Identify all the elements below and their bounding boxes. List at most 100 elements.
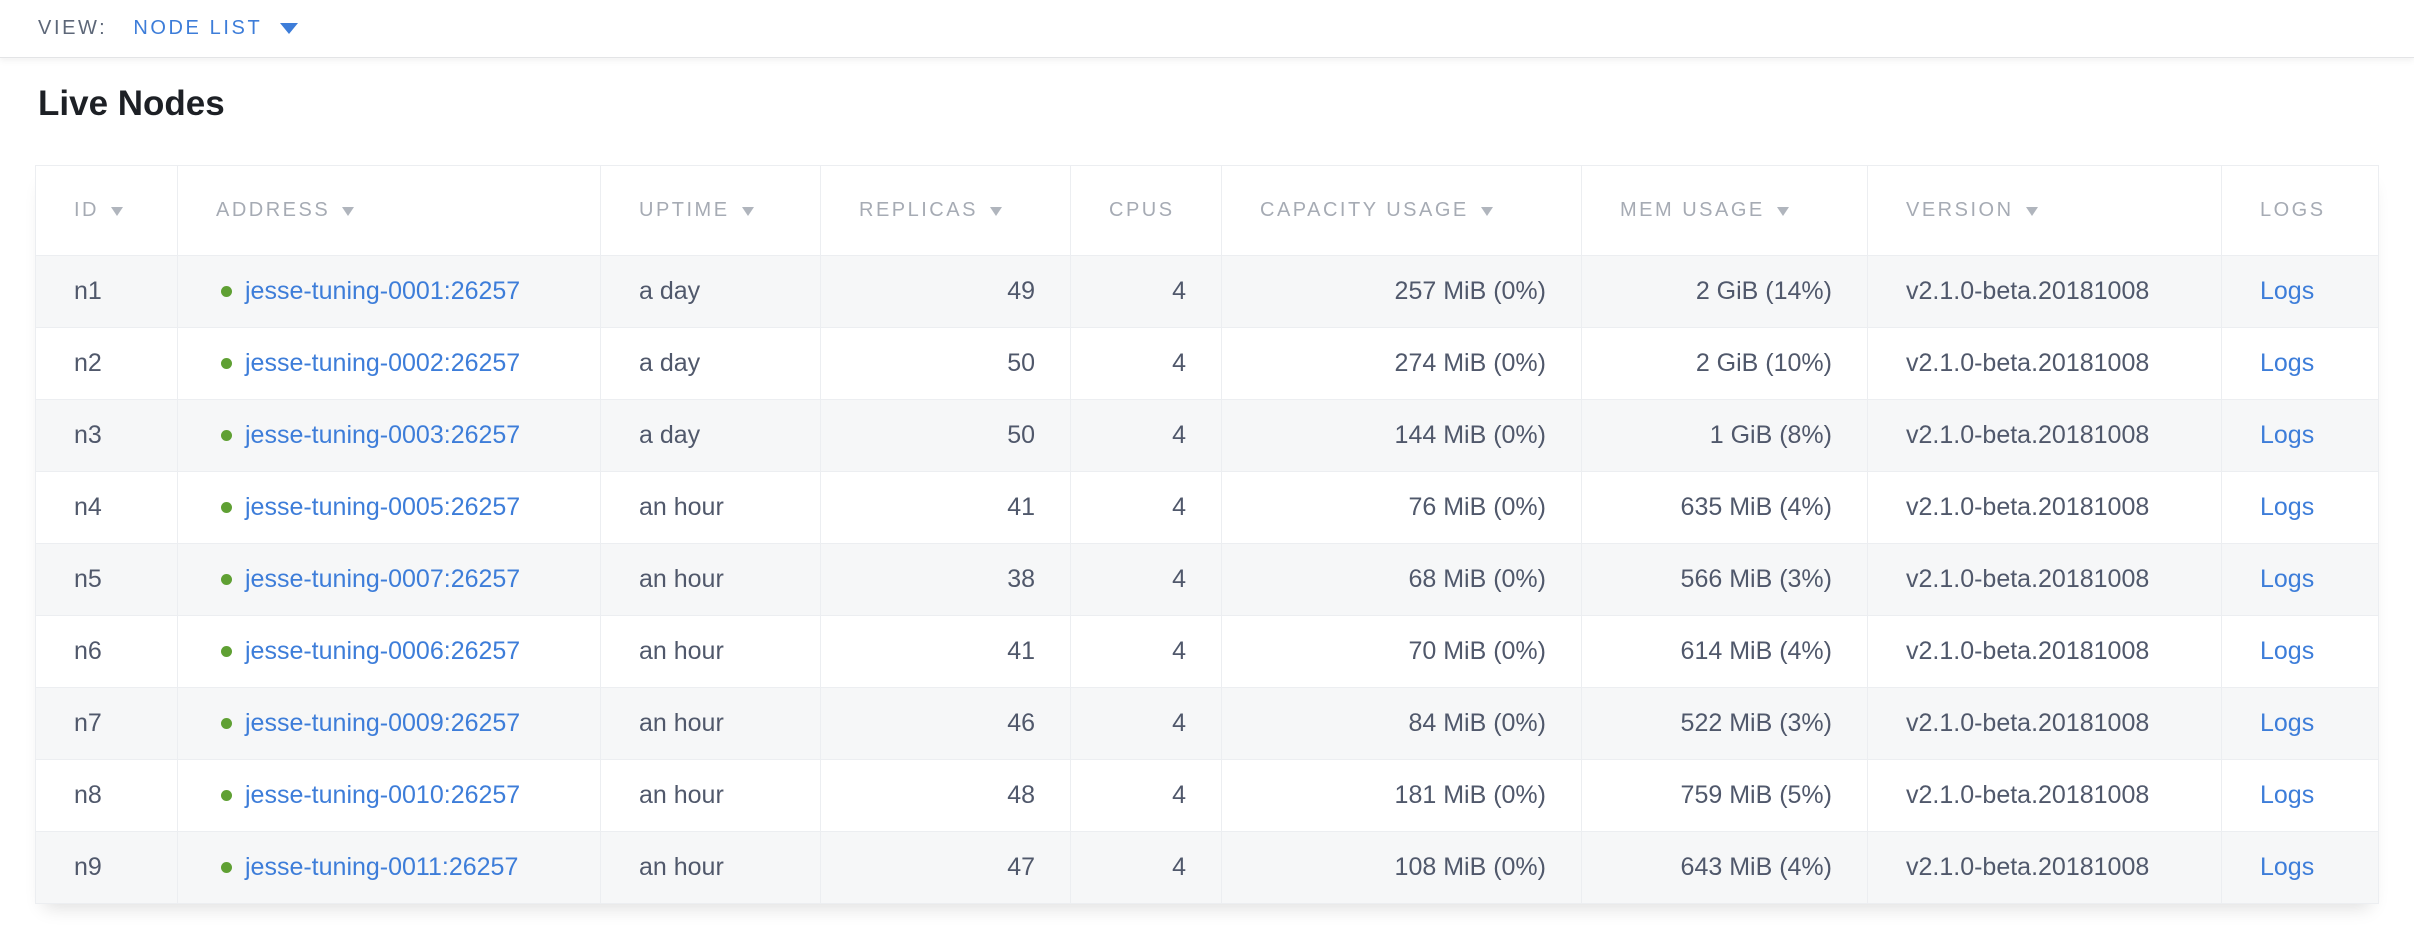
logs-cell: Logs [2222, 328, 2379, 400]
column-header-uptime[interactable]: UPTIME [601, 166, 821, 256]
table-row: n5jesse-tuning-0007:26257an hour38468 Mi… [36, 544, 2379, 616]
logs-link[interactable]: Logs [2260, 853, 2314, 881]
sort-descending-icon [1777, 207, 1789, 216]
capacity-cell: 144 MiB (0%) [1222, 400, 1582, 472]
table-row: n3jesse-tuning-0003:26257a day504144 MiB… [36, 400, 2379, 472]
node-status-healthy-icon [221, 574, 232, 585]
mem-cell: 643 MiB (4%) [1582, 832, 1868, 904]
mem-cell: 614 MiB (4%) [1582, 616, 1868, 688]
id-cell: n6 [36, 616, 178, 688]
node-address-link[interactable]: jesse-tuning-0001:26257 [245, 277, 520, 305]
cpus-cell: 4 [1071, 616, 1222, 688]
id-cell: n2 [36, 328, 178, 400]
replicas-cell: 50 [821, 328, 1071, 400]
logs-cell: Logs [2222, 256, 2379, 328]
live-nodes-table: IDADDRESSUPTIMEREPLICASCPUSCAPACITY USAG… [35, 165, 2379, 904]
cpus-cell: 4 [1071, 256, 1222, 328]
uptime-cell: a day [601, 256, 821, 328]
replicas-cell: 49 [821, 256, 1071, 328]
node-address-cell: jesse-tuning-0005:26257 [178, 472, 601, 544]
capacity-cell: 108 MiB (0%) [1222, 832, 1582, 904]
version-cell: v2.1.0-beta.20181008 [1868, 760, 2222, 832]
uptime-cell: an hour [601, 760, 821, 832]
view-selector-value: NODE LIST [133, 17, 262, 40]
logs-link[interactable]: Logs [2260, 781, 2314, 809]
capacity-cell: 181 MiB (0%) [1222, 760, 1582, 832]
id-cell: n7 [36, 688, 178, 760]
column-header-id[interactable]: ID [36, 166, 178, 256]
node-status-healthy-icon [221, 358, 232, 369]
uptime-cell: an hour [601, 832, 821, 904]
column-header-mem[interactable]: MEM USAGE [1582, 166, 1868, 256]
node-address-cell: jesse-tuning-0003:26257 [178, 400, 601, 472]
column-header-logs: LOGS [2222, 166, 2379, 256]
capacity-cell: 68 MiB (0%) [1222, 544, 1582, 616]
id-cell: n4 [36, 472, 178, 544]
view-selector[interactable]: NODE LIST [133, 17, 298, 40]
page-title: Live Nodes [38, 84, 2414, 124]
table-row: n9jesse-tuning-0011:26257an hour474108 M… [36, 832, 2379, 904]
node-address-link[interactable]: jesse-tuning-0003:26257 [245, 421, 520, 449]
logs-link[interactable]: Logs [2260, 493, 2314, 521]
node-address-link[interactable]: jesse-tuning-0009:26257 [245, 709, 520, 737]
table-header-row: IDADDRESSUPTIMEREPLICASCPUSCAPACITY USAG… [36, 166, 2379, 256]
logs-cell: Logs [2222, 616, 2379, 688]
table-row: n4 jesse-tuning-0005:26257 an hour41476 Mi… [36, 472, 2379, 544]
node-address-cell: jesse-tuning-0006:26257 [178, 616, 601, 688]
table-row: n7jesse-tuning-0009:26257an hour46484 Mi… [36, 688, 2379, 760]
mem-cell: 566 MiB (3%) [1582, 544, 1868, 616]
cpus-cell: 4 [1071, 760, 1222, 832]
node-address-link[interactable]: jesse-tuning-0006:26257 [245, 637, 520, 665]
logs-cell: Logs [2222, 544, 2379, 616]
logs-link[interactable]: Logs [2260, 421, 2314, 449]
replicas-cell: 47 [821, 832, 1071, 904]
uptime-cell: an hour [601, 472, 821, 544]
node-address-link[interactable]: jesse-tuning-0005:26257 [245, 493, 520, 521]
node-address-link[interactable]: jesse-tuning-0010:26257 [245, 781, 520, 809]
column-header-capacity[interactable]: CAPACITY USAGE [1222, 166, 1582, 256]
version-cell: v2.1.0-beta.20181008 [1868, 544, 2222, 616]
table-row: n8jesse-tuning-0010:26257an hour484181 M… [36, 760, 2379, 832]
node-address-cell: jesse-tuning-0001:26257 [178, 256, 601, 328]
logs-link[interactable]: Logs [2260, 709, 2314, 737]
capacity-cell: 84 MiB (0%) [1222, 688, 1582, 760]
mem-cell: 522 MiB (3%) [1582, 688, 1868, 760]
column-header-replicas[interactable]: REPLICAS [821, 166, 1071, 256]
column-header-address[interactable]: ADDRESS [178, 166, 601, 256]
logs-cell: Logs [2222, 472, 2379, 544]
node-status-healthy-icon [221, 502, 232, 513]
node-status-healthy-icon [221, 718, 232, 729]
replicas-cell: 41 [821, 472, 1071, 544]
id-cell: n3 [36, 400, 178, 472]
logs-link[interactable]: Logs [2260, 637, 2314, 665]
logs-link[interactable]: Logs [2260, 565, 2314, 593]
sort-descending-icon [342, 207, 354, 216]
capacity-cell: 257 MiB (0%) [1222, 256, 1582, 328]
column-header-label: MEM USAGE [1620, 199, 1765, 221]
mem-cell: 2 GiB (14%) [1582, 256, 1868, 328]
node-address-link[interactable]: jesse-tuning-0011:26257 [245, 853, 518, 881]
node-address-cell: jesse-tuning-0010:26257 [178, 760, 601, 832]
chevron-down-icon [280, 23, 298, 34]
logs-link[interactable]: Logs [2260, 277, 2314, 305]
node-status-healthy-icon [221, 430, 232, 441]
node-status-healthy-icon [221, 862, 232, 873]
cpus-cell: 4 [1071, 400, 1222, 472]
node-address-link[interactable]: jesse-tuning-0002:26257 [245, 349, 520, 377]
version-cell: v2.1.0-beta.20181008 [1868, 328, 2222, 400]
id-cell: n1 [36, 256, 178, 328]
column-header-label: ADDRESS [216, 199, 330, 221]
logs-link[interactable]: Logs [2260, 349, 2314, 377]
capacity-cell: 76 MiB (0%) [1222, 472, 1582, 544]
node-status-healthy-icon [221, 646, 232, 657]
replicas-cell: 41 [821, 616, 1071, 688]
cpus-cell: 4 [1071, 472, 1222, 544]
replicas-cell: 38 [821, 544, 1071, 616]
uptime-cell: an hour [601, 544, 821, 616]
mem-cell: 1 GiB (8%) [1582, 400, 1868, 472]
column-header-version[interactable]: VERSION [1868, 166, 2222, 256]
node-address-link[interactable]: jesse-tuning-0007:26257 [245, 565, 520, 593]
table-row: n6jesse-tuning-0006:26257an hour41470 Mi… [36, 616, 2379, 688]
version-cell: v2.1.0-beta.20181008 [1868, 832, 2222, 904]
logs-cell: Logs [2222, 760, 2379, 832]
